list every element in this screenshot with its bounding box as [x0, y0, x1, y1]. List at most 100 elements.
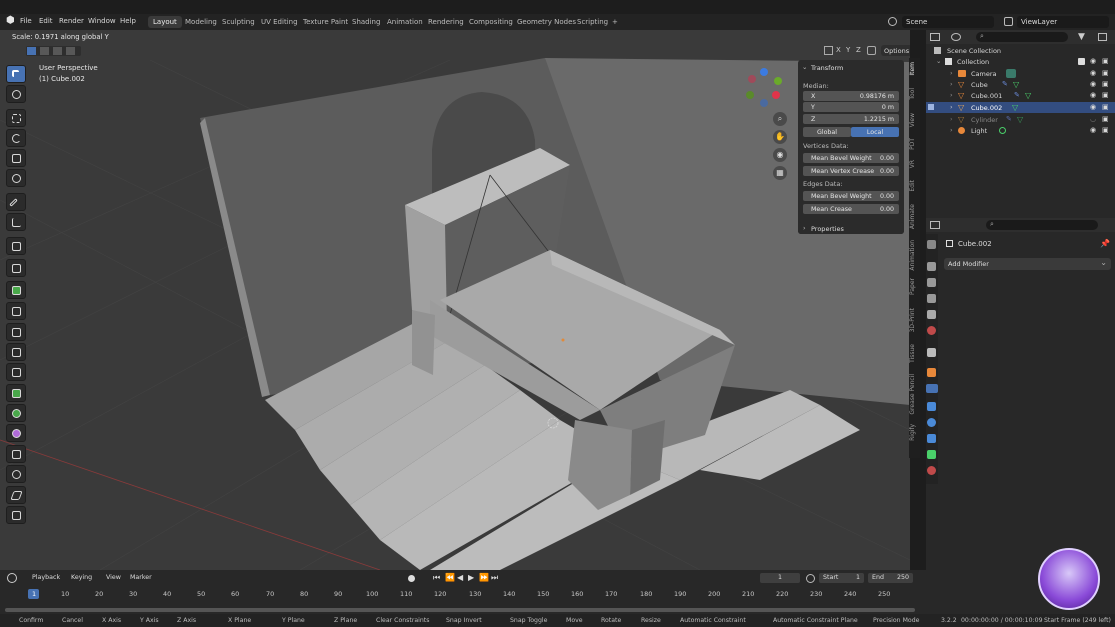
zoom-icon[interactable]: ⌕ — [773, 112, 787, 126]
view-layer-field[interactable]: ViewLayer — [1017, 16, 1109, 28]
mirror-icon[interactable] — [824, 46, 833, 55]
scene-icon[interactable] — [888, 17, 897, 26]
3d-viewport[interactable]: Scale: 0.1971 along global Y User Perspe… — [0, 30, 910, 570]
shear-tool[interactable] — [6, 486, 26, 504]
proportional-edit-icon[interactable] — [867, 46, 876, 55]
extrude-tool[interactable] — [6, 259, 26, 277]
playback-menu[interactable]: Playback — [28, 573, 64, 583]
view-layer-icon[interactable] — [1004, 17, 1013, 26]
menu-file[interactable]: File — [20, 17, 32, 25]
outliner-scene-collection[interactable]: Scene Collection — [926, 45, 1115, 56]
material-tab-icon[interactable] — [927, 466, 936, 475]
eye-icon[interactable]: ◉ — [1090, 126, 1096, 134]
outliner-item-cylinder[interactable]: › ▽ Cylinder ✎ ▽ ◡ ▣ — [926, 114, 1115, 125]
tab-shading[interactable]: Shading — [347, 16, 385, 28]
select-mode-buttons[interactable] — [26, 46, 81, 56]
extrude-region-tool[interactable] — [6, 281, 26, 299]
tab-grease-pencil[interactable]: Grease Pencil — [909, 374, 920, 415]
properties-section[interactable]: › Properties — [798, 222, 904, 234]
frame-ruler[interactable]: 1 10 20 30 40 50 60 70 80 90 100 110 120… — [0, 587, 926, 614]
tab-rendering[interactable]: Rendering — [423, 16, 469, 28]
tab-tissue[interactable]: Tissue — [909, 344, 920, 363]
tab-compositing[interactable]: Compositing — [464, 16, 518, 28]
transform-tool[interactable] — [6, 169, 26, 187]
tab-3d-print[interactable]: 3D-Print — [909, 308, 920, 332]
annotate-tool[interactable] — [6, 193, 26, 211]
tab-edit[interactable]: Edit — [909, 180, 920, 192]
render-camera-icon[interactable]: ▣ — [1102, 57, 1109, 65]
view-layer-tab-icon[interactable] — [927, 294, 936, 303]
jump-start-icon[interactable]: ⏮ — [433, 573, 440, 583]
scale-tool[interactable] — [6, 149, 26, 167]
tab-sculpting[interactable]: Sculpting — [217, 16, 260, 28]
menu-render[interactable]: Render — [59, 17, 84, 25]
eye-icon[interactable]: ◉ — [1090, 91, 1096, 99]
expand-arrow-icon[interactable]: › — [950, 126, 953, 134]
modifier-wrench-icon[interactable] — [926, 384, 938, 393]
next-keyframe-icon[interactable]: ⏩ — [479, 573, 489, 582]
median-y-field[interactable]: Y 0 m — [803, 102, 899, 112]
timeline-scrollbar[interactable] — [5, 608, 915, 612]
select-new-icon[interactable] — [27, 47, 36, 55]
add-cube-tool[interactable] — [6, 237, 26, 255]
render-camera-icon[interactable]: ▣ — [1102, 69, 1109, 77]
outliner-item-cube-002[interactable]: › ▽ Cube.002 ▽ ◉ ▣ — [926, 102, 1115, 113]
outliner-search-input[interactable]: ⌕ — [976, 32, 1068, 42]
editor-type-icon[interactable] — [930, 221, 940, 229]
rip-region-tool[interactable] — [6, 506, 26, 524]
view-menu[interactable]: View — [102, 573, 125, 583]
edge-slide-tool[interactable] — [6, 445, 26, 463]
render-camera-icon[interactable]: ▣ — [1102, 91, 1109, 99]
select-box-tool[interactable] — [6, 65, 26, 83]
axis-x-toggle[interactable]: X — [836, 46, 841, 54]
clock-icon[interactable] — [7, 573, 17, 583]
tab-geometry-nodes[interactable]: Geometry Nodes — [512, 16, 581, 28]
render-camera-icon[interactable]: ▣ — [1102, 126, 1109, 134]
select-subtract-icon[interactable] — [53, 47, 62, 55]
tab-view[interactable]: View — [909, 113, 920, 127]
tab-vr[interactable]: VR — [909, 160, 920, 168]
tab-pdt[interactable]: PDT — [909, 138, 920, 150]
local-button[interactable]: Local — [851, 127, 899, 137]
edge-bevel-weight-field[interactable]: Mean Bevel Weight 0.00 — [803, 191, 899, 201]
constraints-tab-icon[interactable] — [927, 434, 936, 443]
eye-icon[interactable]: ◉ — [1090, 57, 1096, 65]
poly-build-tool[interactable] — [6, 384, 26, 402]
play-reverse-icon[interactable]: ◀ — [457, 573, 463, 582]
data-tab-icon[interactable] — [927, 450, 936, 459]
menu-help[interactable]: Help — [120, 17, 136, 25]
median-x-field[interactable]: X 0.98176 m — [803, 91, 899, 101]
outliner-collection[interactable]: ⌄ Collection ◉ ▣ — [926, 56, 1115, 67]
loop-cut-tool[interactable] — [6, 343, 26, 361]
world-tab-icon[interactable] — [927, 326, 936, 335]
eye-icon[interactable]: ◉ — [1090, 80, 1096, 88]
transform-section-header[interactable]: Transform — [811, 64, 843, 72]
end-frame-field[interactable]: End 250 — [868, 573, 913, 583]
vertex-bevel-weight-field[interactable]: Mean Bevel Weight 0.00 — [803, 153, 899, 163]
cursor-tool[interactable] — [6, 85, 26, 103]
render-camera-icon[interactable]: ▣ — [1102, 103, 1109, 111]
current-frame-field[interactable]: 1 — [760, 573, 800, 583]
median-z-field[interactable]: Z 1.2215 m — [803, 114, 899, 124]
object-tab-icon[interactable] — [927, 368, 936, 377]
render-camera-icon[interactable]: ▣ — [1102, 115, 1109, 123]
measure-tool[interactable] — [6, 213, 26, 231]
menu-edit[interactable]: Edit — [39, 17, 53, 25]
tab-animation-panel[interactable]: Animation — [909, 240, 920, 271]
scene-field[interactable]: Scene — [902, 16, 994, 28]
tab-animation[interactable]: Animation — [382, 16, 428, 28]
jump-end-icon[interactable]: ⏭ — [491, 573, 498, 583]
global-button[interactable]: Global — [803, 127, 851, 137]
options-dropdown[interactable]: Options — [881, 45, 910, 56]
eye-closed-icon[interactable]: ◡ — [1090, 115, 1096, 123]
shrink-fatten-tool[interactable] — [6, 465, 26, 483]
camera-view-icon[interactable]: ◉ — [773, 148, 787, 162]
chevron-down-icon[interactable]: ⌄ — [802, 63, 807, 71]
prev-keyframe-icon[interactable]: ⏪ — [445, 573, 455, 582]
preview-range-icon[interactable] — [806, 574, 815, 583]
keying-menu[interactable]: Keying — [67, 573, 96, 583]
blender-logo-icon[interactable]: ⬢ — [6, 15, 15, 26]
outliner-item-cube[interactable]: › ▽ Cube ✎ ▽ ◉ ▣ — [926, 79, 1115, 90]
physics-tab-icon[interactable] — [927, 418, 936, 427]
render-camera-icon[interactable]: ▣ — [1102, 80, 1109, 88]
